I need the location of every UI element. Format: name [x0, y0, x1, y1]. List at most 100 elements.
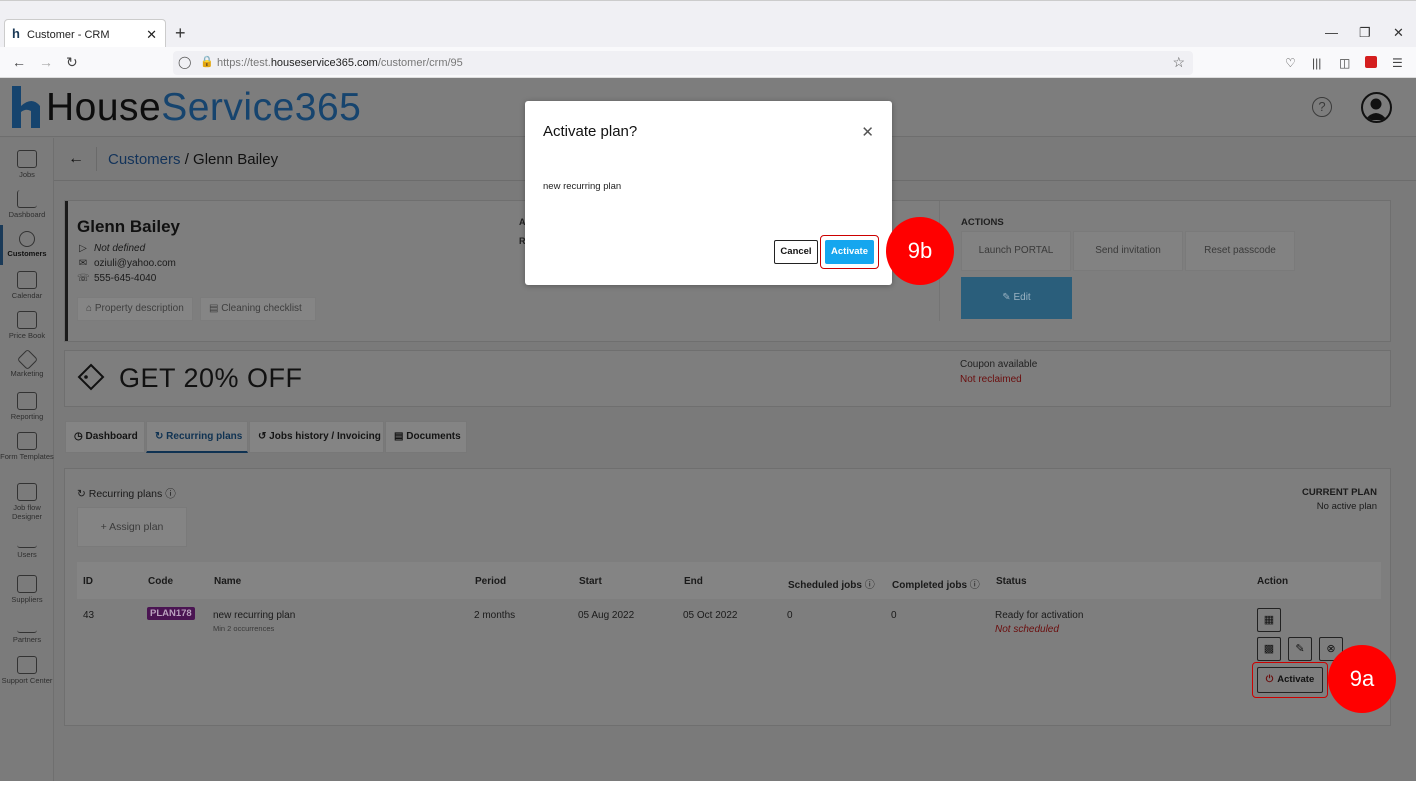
row-end: 05 Oct 2022: [683, 610, 738, 621]
sidebar-item-calendar[interactable]: Calendar: [0, 271, 54, 300]
envelope-icon: ✉: [78, 258, 88, 269]
row-scheduled: 0: [787, 610, 793, 621]
row-status: Ready for activation: [995, 610, 1084, 621]
document-icon: ▤: [394, 431, 404, 442]
recurring-plans-title: ↻ Recurring plans ⓘ: [77, 488, 176, 500]
reload-icon[interactable]: ↻: [66, 54, 78, 71]
sidebar-item-suppliers[interactable]: Suppliers: [0, 575, 54, 604]
tab-dashboard[interactable]: ◷ Dashboard: [65, 421, 145, 453]
browser-nav-bar: ← → ↻ ◯ 🔒 https://test.houseservice365.c…: [0, 47, 1416, 78]
home-icon: ⌂: [86, 303, 93, 314]
reset-passcode-button[interactable]: Reset passcode: [1185, 231, 1295, 271]
customer-phone[interactable]: ☏ 555-645-4040: [77, 273, 156, 284]
row-id: 43: [83, 610, 95, 621]
sidebar-item-job-flow-designer[interactable]: Job flow Designer: [0, 483, 54, 521]
breadcrumb-current: Glenn Bailey: [193, 151, 279, 168]
assign-plan-button[interactable]: + Assign plan: [77, 507, 187, 547]
refresh-icon: ↻: [77, 488, 86, 500]
edit-button[interactable]: ✎ Edit: [961, 277, 1072, 319]
row-name: new recurring plan: [213, 610, 296, 621]
send-invitation-button[interactable]: Send invitation: [1073, 231, 1183, 271]
dialog-cancel-button[interactable]: Cancel: [774, 240, 818, 264]
bookmark-star-icon[interactable]: ☆: [1172, 54, 1185, 71]
recurring-plans-card: ↻ Recurring plans ⓘ + Assign plan CURREN…: [64, 468, 1391, 726]
coupon-card: GET 20% OFF Coupon available Not reclaim…: [64, 350, 1391, 407]
history-icon: ↺: [258, 431, 267, 442]
sidebar-item-jobs[interactable]: Jobs: [0, 150, 54, 179]
sidebar-item-partners[interactable]: Partners: [0, 615, 54, 644]
row-start: 05 Aug 2022: [578, 610, 635, 621]
extension-icon[interactable]: [1365, 56, 1377, 68]
callout-9b: 9b: [886, 217, 954, 285]
activate-plan-dialog: Activate plan? ✕ new recurring plan Canc…: [525, 101, 892, 285]
sidebar-item-support-center[interactable]: Support Center: [0, 656, 54, 685]
browser-tab-title: Customer - CRM: [27, 29, 110, 41]
plus-icon: +: [100, 521, 107, 533]
back-arrow-icon[interactable]: ←: [68, 150, 84, 168]
calendar-icon: ▦: [1263, 614, 1275, 626]
sidebar-item-reporting[interactable]: Reporting: [0, 392, 54, 421]
sidebar-item-marketing[interactable]: Marketing: [0, 348, 54, 378]
coupon-tag-icon: [77, 363, 105, 391]
library-icon[interactable]: |||: [1312, 56, 1321, 70]
highlight-ring-9a: [1252, 662, 1328, 698]
logo-text-service: Service365: [161, 86, 362, 129]
tab-recurring-plans[interactable]: ↻ Recurring plans: [146, 421, 248, 453]
sidebar-item-price-book[interactable]: Price Book: [0, 311, 54, 340]
dialog-title: Activate plan?: [543, 123, 638, 140]
col-status: Status: [996, 576, 1027, 587]
schedule-button[interactable]: ▦: [1257, 608, 1281, 632]
info-icon: ⓘ: [969, 580, 980, 591]
menu-icon[interactable]: ☰: [1392, 56, 1403, 70]
url-bar[interactable]: ◯ 🔒 https://test.houseservice365.com/cus…: [173, 51, 1193, 75]
calendar-icon: [17, 271, 37, 289]
col-completed-jobs: Completed jobs ⓘ: [892, 580, 980, 591]
info-icon: ⓘ: [165, 488, 176, 500]
delete-button[interactable]: ▩: [1257, 637, 1281, 661]
breadcrumb-customers-link[interactable]: Customers: [108, 151, 181, 168]
sidebar-item-users[interactable]: Users: [0, 536, 54, 559]
avatar[interactable]: [1361, 92, 1392, 123]
forward-icon[interactable]: →: [39, 54, 53, 70]
cleaning-checklist-button[interactable]: ▤ Cleaning checklist: [200, 297, 316, 321]
col-action: Action: [1257, 576, 1289, 587]
customer-name: Glenn Bailey: [77, 217, 180, 236]
form-icon: [17, 432, 37, 450]
row-completed: 0: [891, 610, 897, 621]
customer-card-accent: [65, 201, 68, 341]
help-icon[interactable]: ?: [1312, 97, 1332, 117]
logo[interactable]: HouseService365: [10, 84, 361, 130]
browser-tab[interactable]: h Customer - CRM ✕: [4, 19, 166, 48]
highlight-ring-9b: [820, 235, 879, 269]
customer-type: ▷ Not defined: [77, 243, 145, 254]
property-description-button[interactable]: ⌂ Property description: [77, 297, 193, 321]
clipboard-icon: ▤: [209, 303, 219, 314]
tab-documents[interactable]: ▤ Documents: [385, 421, 467, 453]
restore-icon[interactable]: ❐: [1359, 25, 1371, 41]
pocket-icon[interactable]: ♡: [1285, 56, 1296, 70]
tab-jobs-history[interactable]: ↺ Jobs history / Invoicing: [249, 421, 384, 453]
launch-portal-button[interactable]: Launch PORTAL: [961, 231, 1071, 271]
new-tab-button[interactable]: +: [175, 23, 186, 44]
minimize-icon[interactable]: —: [1325, 25, 1338, 40]
sidebar-item-form-templates[interactable]: Form Templates: [0, 432, 54, 461]
label-tag-icon: ▷: [79, 243, 87, 254]
back-icon[interactable]: ←: [12, 54, 26, 70]
coupon-text: GET 20% OFF: [119, 363, 303, 393]
dialog-body: new recurring plan: [543, 181, 622, 192]
actions-heading: ACTIONS: [961, 217, 1004, 228]
dialog-close-icon[interactable]: ✕: [861, 123, 874, 141]
browser-tab-strip: h Customer - CRM ✕ + — ❐ ✕: [0, 0, 1416, 48]
truck-icon: [17, 575, 37, 593]
sidebar-item-dashboard[interactable]: Dashboard: [0, 190, 54, 219]
col-end: End: [684, 576, 703, 587]
edit-plan-button[interactable]: ✎: [1288, 637, 1312, 661]
sidebar-item-customers[interactable]: Customers: [0, 231, 54, 258]
row-name-sub: Min 2 occurrences: [213, 624, 275, 633]
col-period: Period: [475, 576, 507, 587]
customer-email[interactable]: ✉ oziuli@yahoo.com: [77, 258, 176, 269]
window-close-icon[interactable]: ✕: [1393, 25, 1404, 41]
sidebar-toggle-icon[interactable]: ◫: [1339, 56, 1350, 70]
tag-icon: [16, 348, 38, 371]
tab-close-icon[interactable]: ✕: [146, 27, 157, 43]
